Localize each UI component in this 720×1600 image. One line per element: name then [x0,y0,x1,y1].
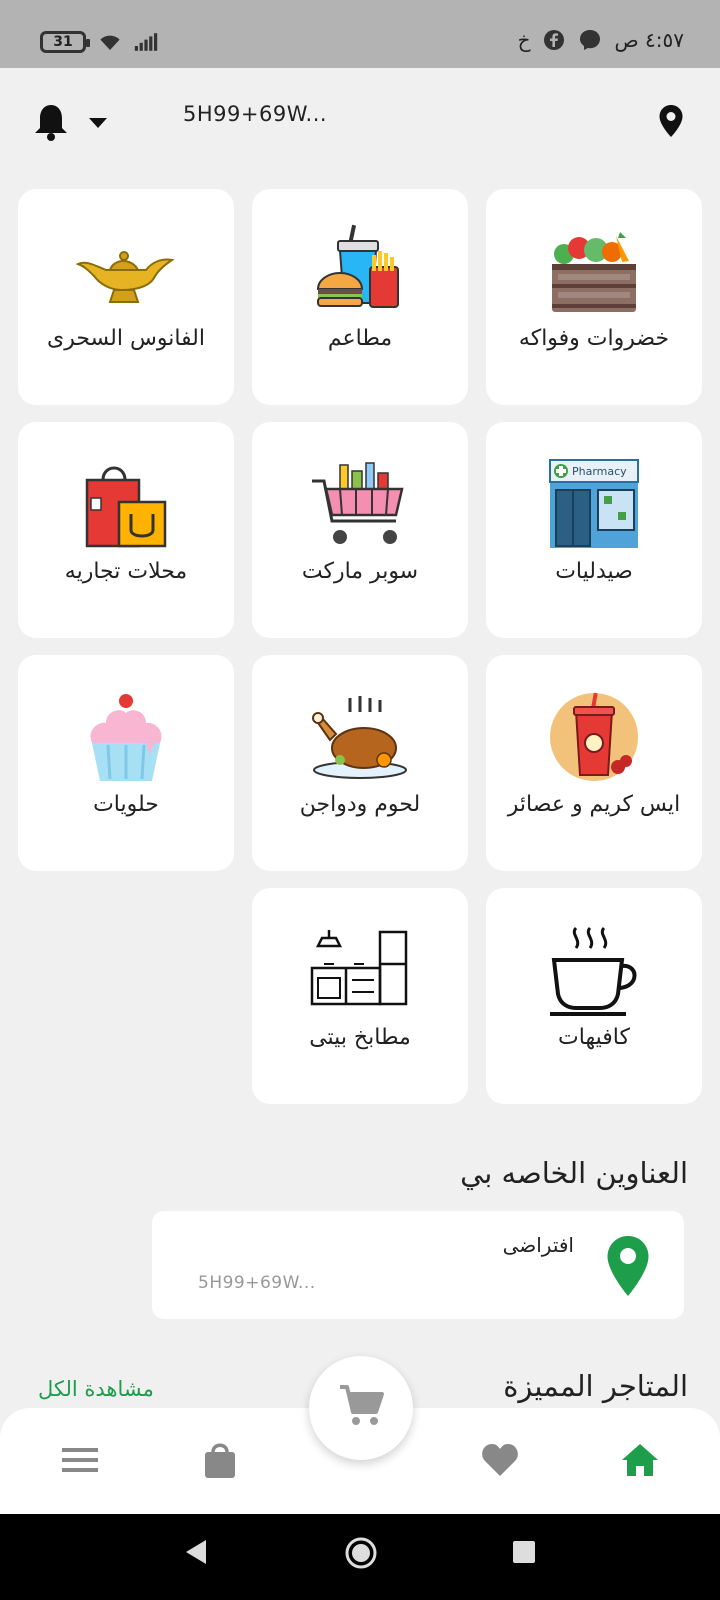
location-pin-icon[interactable] [658,104,684,142]
category-shops[interactable]: محلات تجاريه [18,422,234,638]
status-bar: 31 ٤:٥٧ ص خ [0,0,720,68]
category-label: ايس كريم و عصائر [507,792,681,817]
address-detail: 5H99+69W... [198,1273,316,1293]
category-ice-cream-juices[interactable]: ايس كريم و عصائر [486,655,702,871]
vegetables-crate-icon [544,221,644,321]
recents-icon[interactable] [512,1540,536,1568]
category-home-kitchens[interactable]: مطابخ بيتى [252,888,468,1104]
location-pin-icon [606,1235,650,1301]
caret-down-icon[interactable] [88,114,108,133]
category-label: سوبر ماركت [301,559,419,584]
home-icon[interactable] [618,1438,662,1482]
home-button-icon[interactable] [344,1536,378,1574]
app-header: 5H99+69W... [0,68,720,178]
cart-button[interactable] [309,1356,413,1460]
heart-icon[interactable] [478,1438,522,1482]
category-pharmacies[interactable]: Pharmacy صيدليات [486,422,702,638]
bell-icon[interactable] [32,102,70,146]
status-left: 31 [40,30,158,54]
category-label: حلويات [93,792,159,817]
see-all-link[interactable]: مشاهدة الكل [38,1377,154,1401]
signal-icon [134,30,158,54]
status-extra-char: خ [517,28,531,52]
category-meat-poultry[interactable]: لحوم ودواجن [252,655,468,871]
my-addresses-title: العناوين الخاصه بي [460,1156,688,1190]
messenger-icon [578,28,602,52]
juice-cup-icon [544,687,644,787]
category-label: مطاعم [327,326,393,351]
category-vegetables[interactable]: خضروات وفواكه [486,189,702,405]
status-time: ٤:٥٧ ص [614,28,684,52]
category-label: لحوم ودواجن [299,792,421,817]
category-restaurants[interactable]: مطاعم [252,189,468,405]
address-card[interactable]: افتراضى 5H99+69W... [152,1211,684,1319]
address-name: افتراضى [502,1233,574,1257]
category-label: مطابخ بيتى [309,1025,411,1050]
cupcake-icon [76,687,176,787]
current-address[interactable]: 5H99+69W... [183,102,327,126]
facebook-icon [542,28,566,52]
coffee-cup-icon [544,920,644,1020]
shopping-cart-icon [310,454,410,554]
pharmacy-store-icon: Pharmacy [544,454,644,554]
category-supermarket[interactable]: سوبر ماركت [252,422,468,638]
shopping-bags-icon [76,454,176,554]
category-cafes[interactable]: كافيهات [486,888,702,1104]
status-right: ٤:٥٧ ص خ [518,28,684,52]
cart-icon [338,1384,384,1432]
wifi-icon [98,30,122,54]
category-label: كافيهات [558,1025,630,1050]
category-label: محلات تجاريه [64,559,188,584]
category-label: الفانوس السحرى [47,326,205,351]
fast-food-icon [310,221,410,321]
magic-lamp-icon [76,221,176,321]
battery-icon: 31 [40,31,90,53]
back-icon[interactable] [184,1538,208,1570]
bag-icon[interactable] [198,1438,242,1482]
category-label: صيدليات [555,559,633,584]
category-magic-lamp[interactable]: الفانوس السحرى [18,189,234,405]
kitchen-icon [310,920,410,1020]
pharmacy-sign-text: Pharmacy [572,465,627,478]
featured-stores-title: المتاجر المميزة [503,1369,688,1403]
category-sweets[interactable]: حلويات [18,655,234,871]
roast-chicken-icon [310,687,410,787]
menu-icon[interactable] [58,1438,102,1482]
battery-level: 31 [53,34,73,50]
category-label: خضروات وفواكه [518,326,670,351]
system-navigation-bar [0,1514,720,1600]
